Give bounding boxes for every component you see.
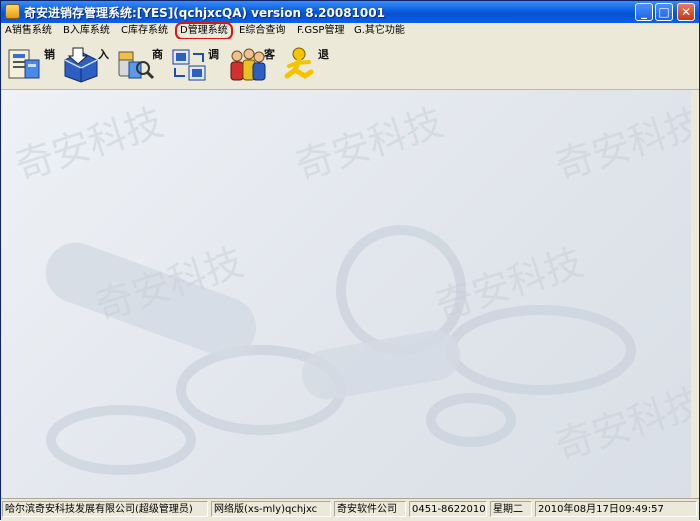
status-datetime: 2010年08月17日09:49:57 (535, 501, 697, 517)
toolbar-sales-button[interactable]: 销 (5, 42, 55, 86)
exit-icon (284, 47, 314, 79)
sales-icon (8, 49, 40, 79)
transfer-icon (172, 49, 206, 81)
toolbar: 销 入 商 调 客 退 (1, 39, 699, 90)
status-vendor: 奇安软件公司 (334, 501, 406, 517)
menu-other[interactable]: G.其它功能 (354, 24, 405, 38)
customer-icon (230, 48, 266, 81)
menu-gsp[interactable]: F.GSP管理 (297, 24, 344, 38)
status-phone: 0451-86220100 (409, 501, 487, 517)
toolbar-product-button[interactable]: 商 (113, 42, 163, 86)
watermark-text: 奇安科技 (10, 100, 168, 189)
menu-query[interactable]: E综合查询 (239, 24, 285, 38)
stock-in-icon (64, 47, 98, 83)
toolbar-exit-button[interactable]: 退 (279, 42, 329, 86)
menu-stock-in[interactable]: B入库系统 (63, 24, 110, 38)
status-bar: 哈尔滨奇安科技发展有限公司(超级管理员) 网络版(xs-mly)qchjxc 奇… (1, 498, 699, 521)
main-window: 奇安进销存管理系统:[YES](qchjxcQA) version 8.2008… (0, 0, 700, 521)
toolbar-transfer-button[interactable]: 调 (169, 42, 219, 86)
watermark-text: 奇安科技 (550, 100, 691, 189)
background-artwork: 奇安科技 奇安科技 奇安科技 奇安科技 奇安科技 奇安科技 (10, 100, 691, 475)
status-edition: 网络版(xs-mly)qchjxc (211, 501, 331, 517)
menu-management[interactable]: D管理系统 (175, 22, 233, 40)
minimize-button[interactable]: _ (635, 3, 653, 21)
toolbar-transfer-label: 调 (208, 48, 219, 61)
main-workspace: 奇安科技 奇安科技 奇安科技 奇安科技 奇安科技 奇安科技 (1, 90, 691, 498)
menu-inventory[interactable]: C库存系统 (121, 24, 168, 38)
toolbar-customer-label: 客 (264, 48, 275, 61)
close-button[interactable]: ✕ (677, 3, 695, 21)
toolbar-stock-in-label: 入 (98, 48, 109, 61)
toolbar-stock-in-button[interactable]: 入 (59, 42, 109, 86)
status-weekday: 星期二 (490, 501, 532, 517)
watermark-text: 奇安科技 (550, 380, 691, 469)
toolbar-sales-label: 销 (44, 48, 55, 61)
product-icon (118, 51, 155, 80)
maximize-button[interactable]: □ (655, 3, 673, 21)
window-title: 奇安进销存管理系统:[YES](qchjxcQA) version 8.2008… (24, 6, 385, 20)
status-company: 哈尔滨奇安科技发展有限公司(超级管理员) (2, 501, 208, 517)
app-icon[interactable] (5, 4, 20, 19)
menu-bar: A销售系统 B入库系统 C库存系统 D管理系统 E综合查询 F.GSP管理 G.… (1, 22, 699, 40)
watermark-text: 奇安科技 (290, 100, 448, 189)
toolbar-product-label: 商 (152, 48, 163, 61)
toolbar-customer-button[interactable]: 客 (225, 42, 275, 86)
menu-sales[interactable]: A销售系统 (5, 24, 52, 38)
toolbar-exit-label: 退 (318, 48, 329, 61)
title-bar[interactable]: 奇安进销存管理系统:[YES](qchjxcQA) version 8.2008… (1, 1, 699, 23)
right-edge (691, 90, 699, 498)
